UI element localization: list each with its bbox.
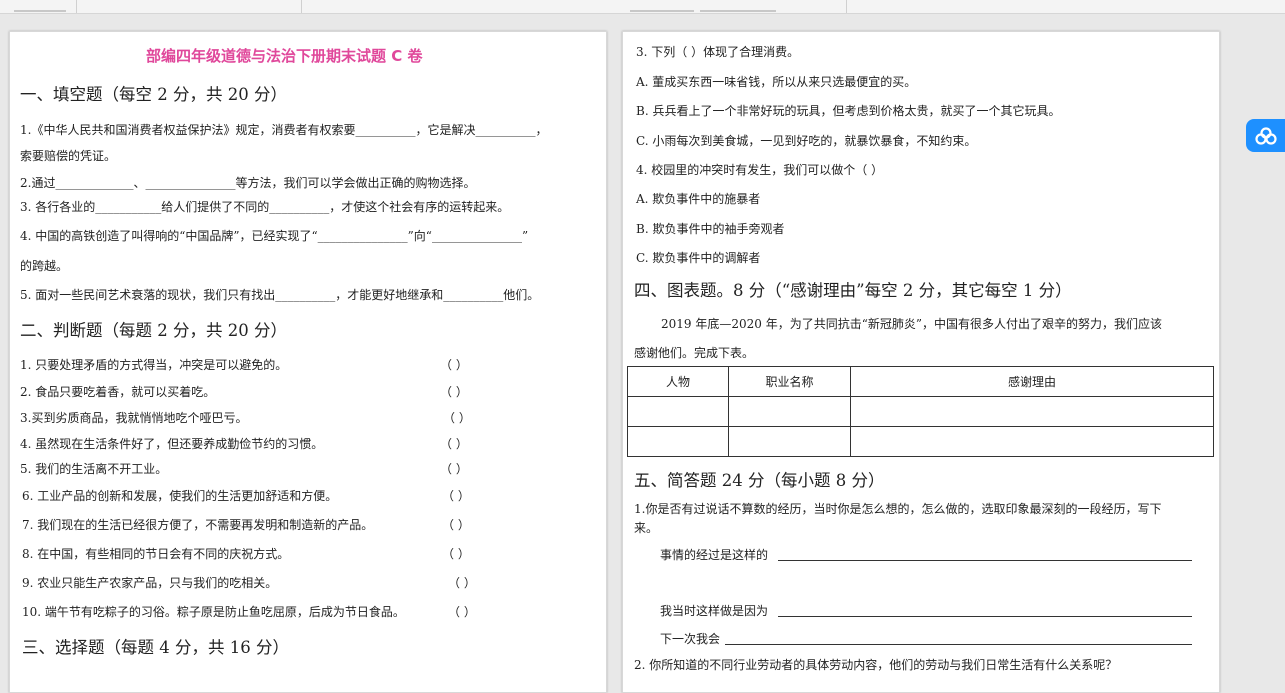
table-cell-blank[interactable] (728, 396, 851, 427)
toolbar-indicator (14, 10, 66, 12)
cloud-icon (1254, 126, 1277, 145)
document-page-left: 部编四年级道德与法治下册期末试题 C 卷 一、填空题（每空 2 分，共 20 分… (9, 31, 607, 693)
judge-answer-paren: （ ） (440, 358, 468, 372)
answer-line[interactable] (778, 616, 1192, 617)
fill-question: 的跨越。 (20, 259, 69, 273)
answer-prompt: 下一次我会 (660, 632, 721, 646)
fill-question: 索要赔偿的凭证。 (20, 149, 117, 163)
toolbar-segment[interactable] (77, 0, 302, 13)
judge-answer-paren: （ ） (448, 605, 476, 619)
thanks-table: 人物 职业名称 感谢理由 (627, 366, 1214, 457)
answer-prompt: 我当时这样做是因为 (660, 604, 769, 618)
table-header-row: 人物 职业名称 感谢理由 (627, 366, 1214, 397)
short-answer-question: 1.你是否有过说话不算数的经历，当时你是怎么想的，怎么做的，选取印象最深刻的一段… (634, 502, 1162, 516)
judge-question: 3.买到劣质商品，我就悄悄地吃个哑巴亏。 (20, 411, 248, 425)
section-heading-judge: 二、判断题（每题 2 分，共 20 分） (20, 321, 287, 340)
judge-question: 1. 只要处理矛盾的方式得当，冲突是可以避免的。 (20, 358, 288, 372)
chart-intro: 感谢他们。完成下表。 (634, 346, 755, 360)
table-cell-blank[interactable] (728, 426, 851, 457)
judge-question: 5. 我们的生活离不开工业。 (20, 462, 168, 476)
judge-question: 4. 虽然现在生活条件好了，但还要养成勤俭节约的习惯。 (20, 437, 324, 451)
choice-line: B. 欺负事件中的袖手旁观者 (636, 222, 785, 236)
table-cell-blank[interactable] (850, 426, 1214, 457)
short-answer-question: 2. 你所知道的不同行业劳动者的具体劳动内容，他们的劳动与我们日常生活有什么关系… (634, 658, 1118, 672)
fill-question: 2.通过_____________、_______________等方法，我们可… (20, 176, 476, 190)
choice-line: A. 董成买东西一味省钱，所以从来只选最便宜的买。 (636, 75, 917, 89)
cloud-sync-button[interactable] (1246, 119, 1285, 152)
table-row (627, 426, 1214, 457)
table-header-person: 人物 (627, 366, 729, 397)
choice-line: B. 兵兵看上了一个非常好玩的玩具，但考虑到价格太贵，就买了一个其它玩具。 (636, 104, 1061, 118)
judge-question: 10. 端午节有吃粽子的习俗。粽子原是防止鱼吃屈原，后成为节日食品。 (22, 605, 405, 619)
judge-question: 7. 我们现在的生活已经很方便了，不需要再发明和制造新的产品。 (22, 518, 374, 532)
table-cell-blank[interactable] (627, 426, 729, 457)
judge-question: 6. 工业产品的创新和发展，使我们的生活更加舒适和方便。 (22, 489, 338, 503)
judge-question: 2. 食品只要吃着香，就可以买着吃。 (20, 385, 216, 399)
toolbar-indicator (700, 10, 776, 12)
choice-line: 3. 下列（ ）体现了合理消费。 (636, 45, 800, 59)
judge-question: 9. 农业只能生产农家产品，只与我们的吃相关。 (22, 576, 278, 590)
table-header-reason: 感谢理由 (850, 366, 1214, 397)
answer-line[interactable] (778, 560, 1192, 561)
choice-line: C. 欺负事件中的调解者 (636, 251, 761, 265)
answer-line[interactable] (725, 644, 1192, 645)
choice-line: C. 小雨每次到美食城，一见到好吃的，就暴饮暴食，不知约束。 (636, 134, 977, 148)
table-header-job: 职业名称 (728, 366, 851, 397)
judge-answer-paren: （ ） (440, 385, 468, 399)
judge-answer-paren: （ ） (440, 437, 468, 451)
document-toolbar (0, 0, 1285, 14)
section-heading-chart: 四、图表题。8 分（“感谢理由”每空 2 分，其它每空 1 分） (634, 281, 1072, 300)
judge-answer-paren: （ ） (442, 489, 470, 503)
judge-answer-paren: （ ） (443, 411, 471, 425)
fill-question: 3. 各行各业的___________给人们提供了不同的__________，才… (20, 200, 510, 214)
answer-prompt: 事情的经过是这样的 (660, 548, 769, 562)
judge-answer-paren: （ ） (442, 518, 470, 532)
table-row (627, 396, 1214, 427)
judge-answer-paren: （ ） (442, 547, 470, 561)
judge-question: 8. 在中国，有些相同的节日会有不同的庆祝方式。 (22, 547, 290, 561)
judge-answer-paren: （ ） (448, 576, 476, 590)
short-answer-question: 来。 (634, 521, 659, 535)
section-heading-short-answer: 五、简答题 24 分（每小题 8 分） (634, 471, 885, 490)
chart-intro: 2019 年底—2020 年，为了共同抗击“新冠肺炎”，中国有很多人付出了艰辛的… (661, 317, 1162, 331)
judge-answer-paren: （ ） (440, 462, 468, 476)
section-heading-choice: 三、选择题（每题 4 分，共 16 分） (22, 638, 289, 657)
table-cell-blank[interactable] (850, 396, 1214, 427)
toolbar-indicator (630, 10, 694, 12)
document-page-right: 3. 下列（ ）体现了合理消费。 A. 董成买东西一味省钱，所以从来只选最便宜的… (622, 31, 1220, 693)
fill-question: 1.《中华人民共和国消费者权益保护法》规定，消费者有权索要__________，… (20, 123, 548, 137)
choice-line: 4. 校园里的冲突时有发生，我们可以做个（ ） (636, 163, 884, 177)
section-heading-fill: 一、填空题（每空 2 分，共 20 分） (20, 85, 287, 104)
table-cell-blank[interactable] (627, 396, 729, 427)
exam-title: 部编四年级道德与法治下册期末试题 C 卷 (146, 47, 423, 65)
fill-question: 5. 面对一些民间艺术衰落的现状，我们只有找出__________，才能更好地继… (20, 288, 540, 302)
choice-line: A. 欺负事件中的施暴者 (636, 192, 761, 206)
fill-question: 4. 中国的高铁创造了叫得响的“中国品牌”，已经实现了“____________… (20, 229, 529, 243)
